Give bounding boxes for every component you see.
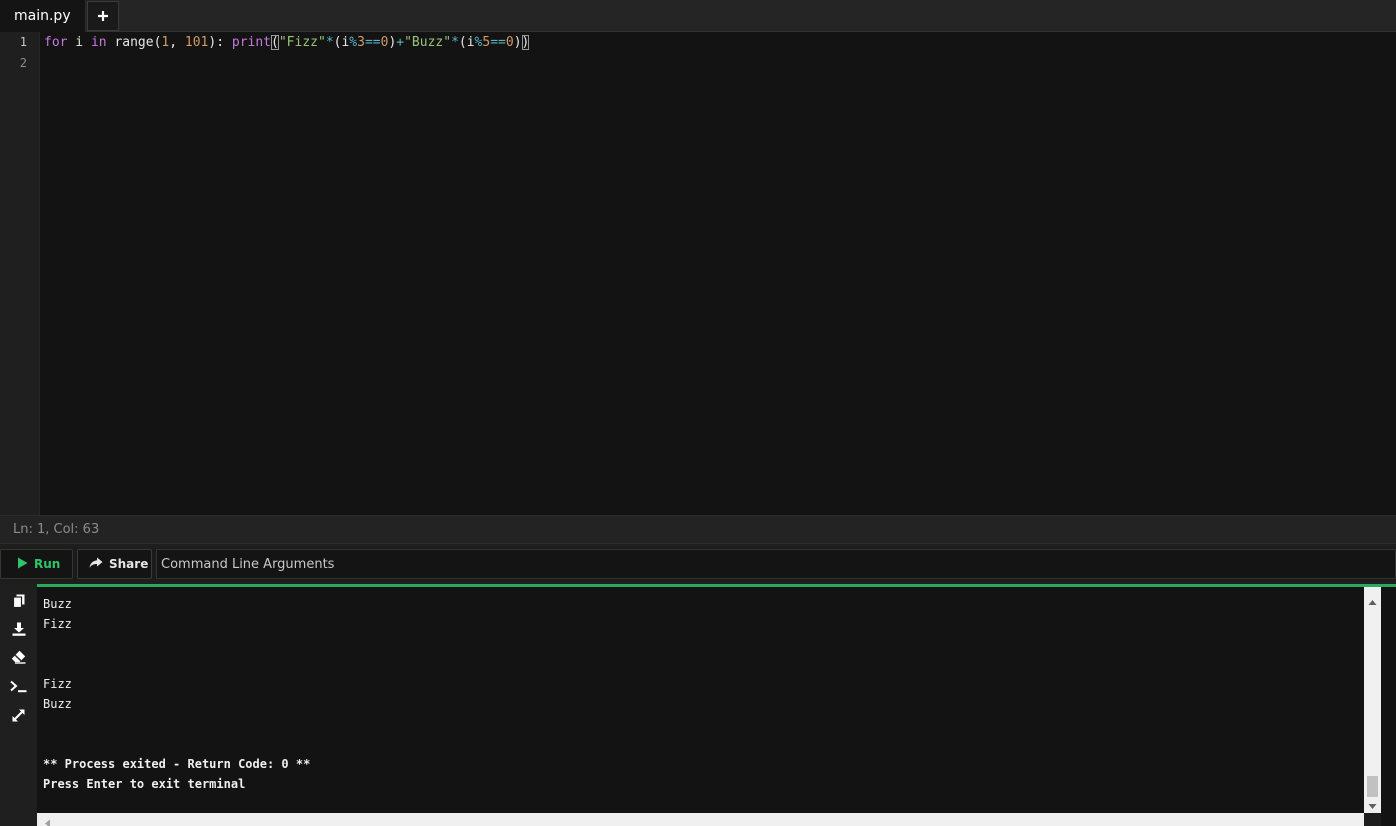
- add-tab-button[interactable]: [86, 1, 119, 31]
- exit-prompt-message: Press Enter to exit terminal: [43, 777, 246, 791]
- code-token: ==: [364, 35, 381, 50]
- tab-label: main.py: [14, 8, 71, 24]
- code-token: i: [67, 35, 91, 50]
- terminal-line: Buzz: [43, 597, 72, 611]
- process-exit-message: ** Process exited - Return Code: 0 **: [43, 757, 311, 771]
- line-number: 1: [19, 35, 27, 49]
- code-token: ==: [490, 35, 506, 50]
- run-controls: Run Share: [0, 548, 1396, 580]
- share-button[interactable]: Share: [77, 549, 152, 579]
- code-editor[interactable]: 1 2 for i in range( 1, 101): print("Fizz"…: [0, 32, 1396, 515]
- terminal-right-edge: [1381, 587, 1396, 826]
- code-token: ):: [208, 35, 232, 50]
- matched-bracket: (: [271, 35, 279, 50]
- code-token: ,: [169, 35, 185, 50]
- share-label: Share: [109, 557, 149, 571]
- code-token: range(: [106, 35, 162, 50]
- code-token: 101: [184, 35, 209, 50]
- scrollbar-thumb[interactable]: [1367, 776, 1378, 797]
- run-button[interactable]: Run: [0, 549, 73, 579]
- code-token: in: [90, 35, 107, 50]
- terminal-vertical-scrollbar[interactable]: [1364, 587, 1381, 813]
- terminal-toolbar: [0, 584, 37, 826]
- code-token: *: [451, 35, 459, 50]
- code-token: for: [44, 35, 68, 50]
- terminal-line: Fizz: [43, 617, 72, 631]
- copy-icon[interactable]: [10, 592, 27, 609]
- terminal-icon[interactable]: [10, 678, 27, 695]
- line-number: 2: [19, 56, 27, 70]
- code-token: *: [325, 35, 334, 50]
- code-token: (i: [333, 35, 350, 50]
- scroll-down-arrow-icon[interactable]: [1368, 798, 1377, 809]
- terminal-line: Buzz: [43, 697, 72, 711]
- code-token: %: [349, 35, 358, 50]
- code-token: "Buzz": [404, 35, 452, 50]
- run-label: Run: [34, 557, 61, 571]
- code-token: "Fizz": [278, 35, 326, 50]
- matched-bracket: ): [521, 35, 530, 50]
- cursor-position: Ln: 1, Col: 63: [13, 522, 100, 537]
- tab-main-py[interactable]: main.py: [0, 0, 86, 32]
- plus-icon: [97, 10, 109, 22]
- terminal-output[interactable]: Buzz Fizz Fizz Buzz ** Process exited - …: [37, 587, 1364, 813]
- code-token: print: [231, 35, 272, 50]
- scroll-up-arrow-icon[interactable]: [1368, 594, 1377, 605]
- cursor-position-bar: Ln: 1, Col: 63: [0, 515, 1396, 544]
- code-token: 3: [357, 35, 365, 50]
- terminal-horizontal-scrollbar[interactable]: [37, 813, 1364, 826]
- line-number-gutter: 1 2: [0, 32, 40, 515]
- code-token: ): [513, 35, 522, 50]
- code-line[interactable]: for i in range(1, 101): print("Fizz"*(i%…: [44, 32, 530, 53]
- tab-bar: main.py: [0, 0, 1396, 32]
- share-icon: [89, 557, 103, 572]
- play-icon: [17, 557, 28, 572]
- code-token: (i: [458, 35, 475, 50]
- terminal-line: Fizz: [43, 677, 72, 691]
- command-line-arguments-input[interactable]: [156, 549, 1396, 579]
- scroll-left-arrow-icon[interactable]: [43, 815, 52, 826]
- download-icon[interactable]: [10, 620, 27, 637]
- code-token: 0: [505, 35, 514, 50]
- expand-icon[interactable]: [10, 707, 27, 724]
- eraser-icon[interactable]: [10, 648, 27, 665]
- code-area[interactable]: for i in range(1, 101): print("Fizz"*(i%…: [44, 32, 1396, 515]
- code-token: +: [396, 35, 405, 50]
